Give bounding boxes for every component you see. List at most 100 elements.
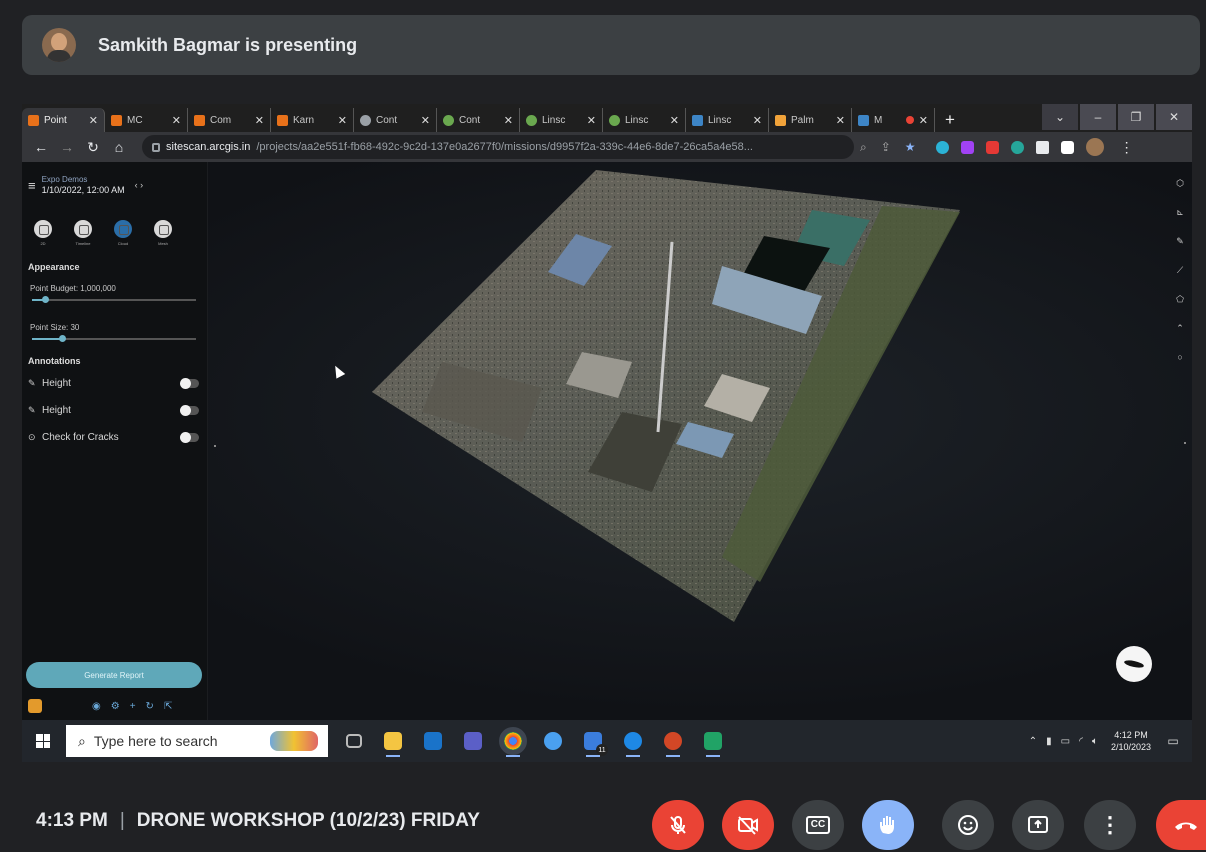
browser-tab[interactable]: Karn ✕ (271, 108, 354, 132)
slider-handle[interactable] (42, 296, 49, 303)
slider-handle[interactable] (59, 335, 66, 342)
pencil-icon[interactable]: ✎ (1176, 236, 1184, 247)
pen-icon[interactable]: ▮ (1046, 736, 1052, 747)
edge-handle[interactable] (1184, 442, 1186, 444)
url-field[interactable]: sitescan.arcgis.in/projects/aa2e551f-fb6… (142, 135, 854, 159)
mission-date[interactable]: 1/10/2022, 12:00 AM (42, 185, 125, 196)
close-icon[interactable]: ✕ (255, 114, 264, 127)
taskbar-clock[interactable]: 4:12 PM 2/10/2023 (1111, 729, 1151, 753)
menu-icon[interactable]: ≡ (28, 178, 36, 193)
todo-icon[interactable]: 11 (584, 732, 608, 757)
browser-tab[interactable]: Linsc ✕ (603, 108, 686, 132)
mode-cloud[interactable]: Cloud (112, 220, 134, 246)
profile-avatar[interactable] (1085, 138, 1104, 156)
location-pin-icon[interactable]: ⬡ (1176, 178, 1184, 189)
extension-icon[interactable] (935, 140, 949, 154)
mission-nav-arrows-icon[interactable]: ‹ › (135, 180, 144, 190)
windows-start-icon[interactable] (36, 734, 50, 748)
extension-icon[interactable] (985, 140, 999, 154)
close-icon[interactable]: ✕ (89, 114, 98, 127)
close-icon[interactable]: ✕ (504, 114, 513, 127)
captions-button[interactable]: CC (792, 800, 844, 850)
more-options-button[interactable]: ⋮ (1084, 800, 1136, 850)
forward-arrow-icon[interactable]: → (54, 139, 80, 155)
teams-icon[interactable] (464, 732, 482, 750)
annotation-item[interactable]: ✎ Height (22, 397, 207, 424)
plus-icon[interactable]: + (130, 701, 136, 712)
reactions-button[interactable] (942, 800, 994, 850)
close-icon[interactable]: ✕ (919, 114, 928, 127)
point-budget-slider[interactable] (32, 296, 196, 303)
wifi-icon[interactable]: ◜ (1079, 736, 1083, 747)
close-icon[interactable]: ✕ (836, 114, 845, 127)
leave-call-button[interactable] (1156, 800, 1206, 850)
visibility-toggle[interactable] (180, 432, 199, 443)
visibility-toggle[interactable] (180, 378, 199, 389)
battery-icon[interactable]: ▭ (1061, 736, 1070, 747)
mode-timeline[interactable]: Timeline (72, 220, 94, 246)
profile-icon[interactable]: ⌃ (1176, 323, 1184, 334)
edge-handle[interactable] (214, 445, 216, 447)
browser-tab[interactable]: Cont ✕ (354, 108, 437, 132)
mode-mesh[interactable]: Mesh (152, 220, 174, 246)
share-icon[interactable]: ⇪ (881, 140, 891, 155)
side-panel-icon[interactable] (1060, 140, 1074, 154)
more-vert-icon[interactable]: ⋮ (1120, 139, 1134, 156)
puzzle-icon[interactable] (1035, 140, 1049, 154)
browser-tab[interactable]: Linsc ✕ (686, 108, 769, 132)
polygon-icon[interactable]: ⬠ (1176, 294, 1184, 305)
restore-button[interactable]: ❐ (1118, 104, 1154, 130)
notifications-icon[interactable]: ▭ (1160, 734, 1186, 748)
raise-hand-button[interactable] (862, 800, 914, 850)
new-tab-button[interactable]: + (935, 108, 965, 132)
task-view-icon[interactable] (346, 734, 362, 748)
generate-report-button[interactable]: Generate Report (26, 662, 202, 688)
visibility-toggle[interactable] (180, 405, 199, 416)
browser-tab[interactable]: Cont ✕ (437, 108, 520, 132)
close-icon[interactable]: ✕ (587, 114, 596, 127)
extension-icon[interactable] (1010, 140, 1024, 154)
annotation-item[interactable]: ✎ Height (22, 370, 207, 397)
browser-tab[interactable]: Com ✕ (188, 108, 271, 132)
file-explorer-icon[interactable] (384, 732, 402, 757)
compass-icon[interactable] (1116, 646, 1152, 682)
close-icon[interactable]: ✕ (421, 114, 430, 127)
browser-tab[interactable]: MC ✕ (105, 108, 188, 132)
taskbar-search-box[interactable]: ⌕ Type here to search (66, 725, 328, 757)
globe-icon[interactable]: ◉ (92, 701, 101, 712)
browser-app-icon[interactable] (624, 732, 642, 757)
refresh-icon[interactable]: ↻ (146, 701, 154, 712)
circle-icon[interactable]: ○ (1177, 352, 1182, 362)
settings-icon[interactable]: ⚙ (111, 701, 120, 712)
browser-tab[interactable]: Palm ✕ (769, 108, 852, 132)
close-icon[interactable]: ✕ (670, 114, 679, 127)
back-arrow-icon[interactable]: ← (28, 139, 54, 155)
excel-icon[interactable] (704, 732, 722, 757)
chrome-icon[interactable] (499, 727, 527, 757)
camera-off-button[interactable] (722, 800, 774, 850)
present-screen-button[interactable] (1012, 800, 1064, 850)
bookmark-star-icon[interactable]: ★ (905, 140, 916, 155)
zoom-icon[interactable]: ⌕ (860, 140, 867, 155)
vertical-measure-icon[interactable]: ⊾ (1176, 207, 1184, 218)
browser-tab[interactable]: M ✕ (852, 108, 935, 132)
close-icon[interactable]: ✕ (338, 114, 347, 127)
home-icon[interactable]: ⌂ (106, 139, 132, 155)
volume-icon[interactable]: 🔈︎ (1092, 736, 1098, 747)
microphone-off-button[interactable] (652, 800, 704, 850)
tab-search-button[interactable]: ⌄ (1042, 104, 1078, 130)
browser-tab[interactable]: Linsc ✕ (520, 108, 603, 132)
point-size-slider[interactable] (32, 335, 196, 342)
annotation-item[interactable]: ⊙ Check for Cracks (22, 424, 207, 451)
outlook-icon[interactable] (424, 732, 442, 750)
extension-icon[interactable] (960, 140, 974, 154)
minimize-button[interactable]: – (1080, 104, 1116, 130)
close-icon[interactable]: ✕ (172, 114, 181, 127)
close-window-button[interactable]: ✕ (1156, 104, 1192, 130)
powerpoint-icon[interactable] (664, 732, 682, 757)
chevron-up-icon[interactable]: ⌃ (1029, 736, 1037, 747)
copilot-icon[interactable] (544, 732, 562, 750)
reload-icon[interactable]: ↻ (80, 139, 106, 156)
browser-tab[interactable]: Point ✕ (22, 108, 105, 132)
mode-2d[interactable]: 2D (32, 220, 54, 246)
